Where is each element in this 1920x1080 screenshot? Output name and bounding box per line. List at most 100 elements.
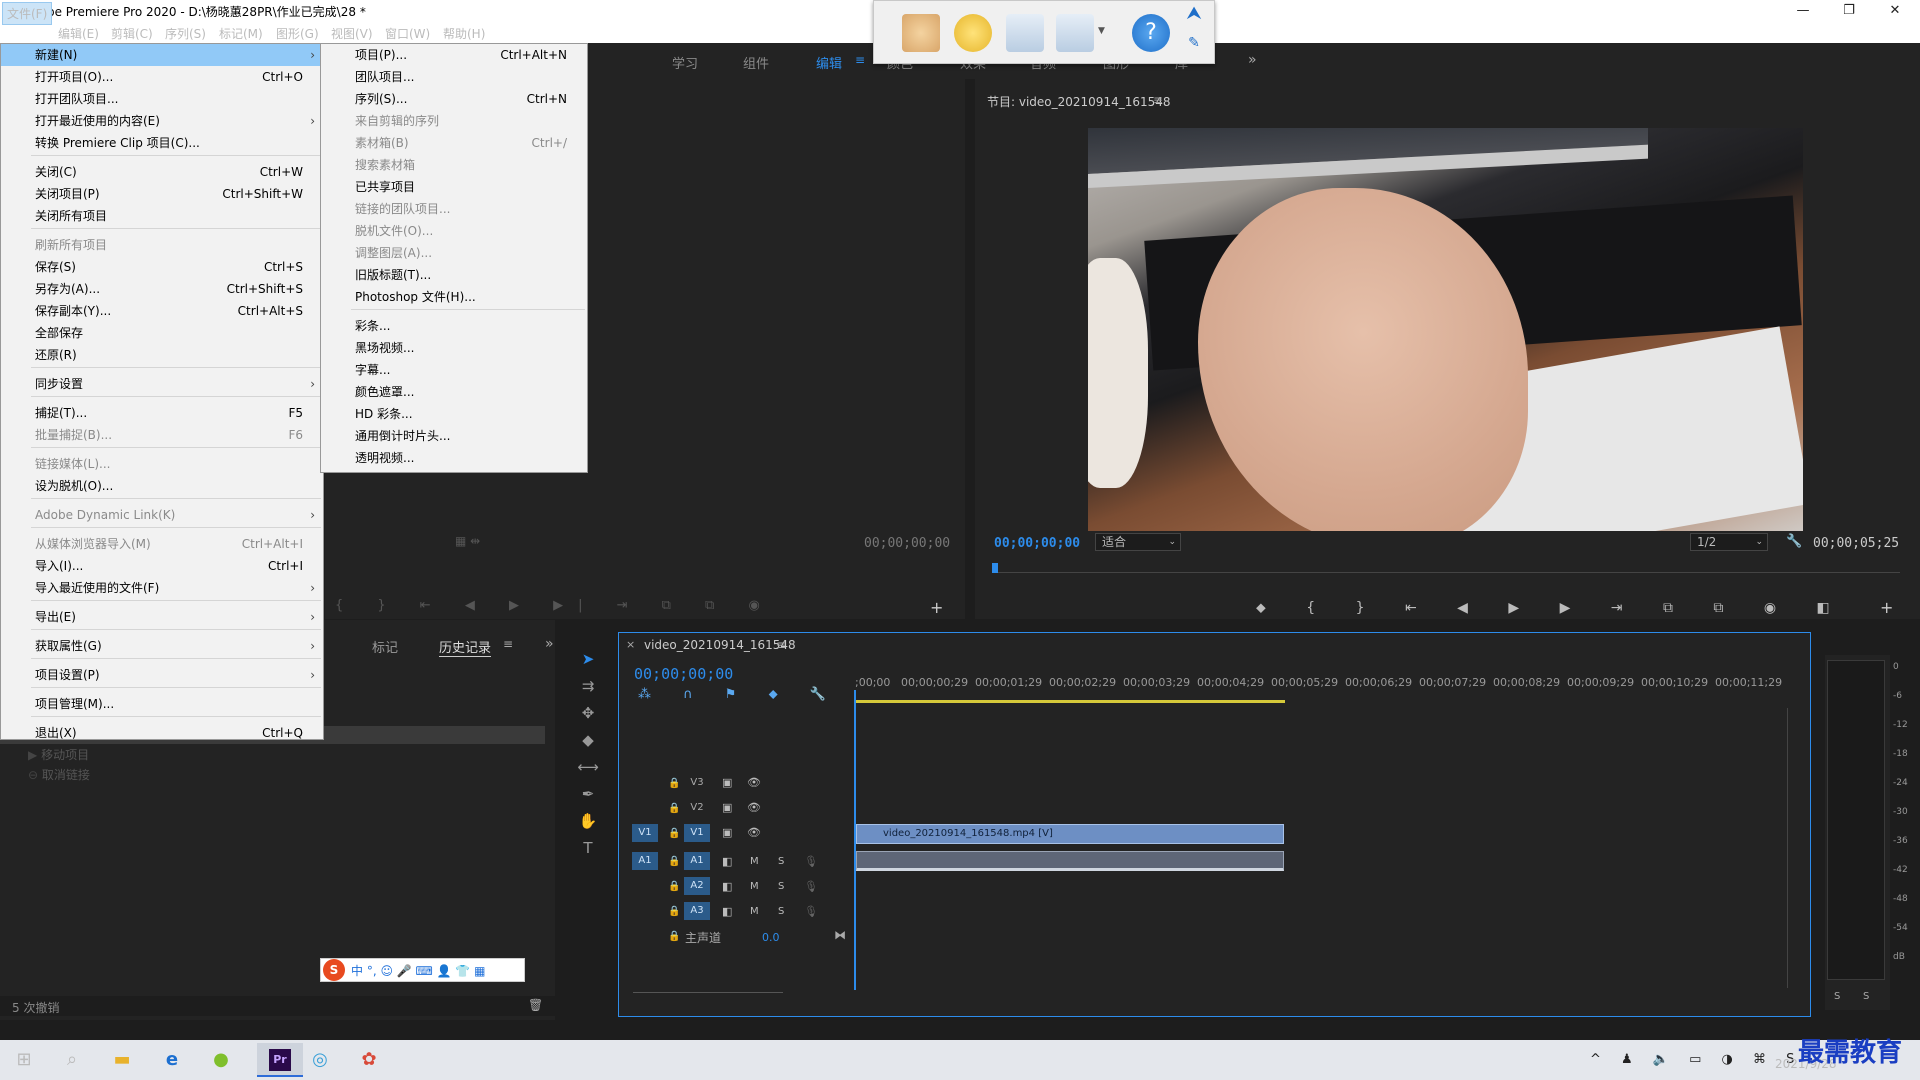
film-icon[interactable]: ▣ <box>722 776 732 789</box>
history-menu-icon[interactable]: ≡ <box>503 637 513 651</box>
track-label-v2[interactable]: V2 <box>684 799 710 817</box>
speaker-icon[interactable]: ◧ <box>722 905 732 918</box>
lock-icon[interactable]: 🔒 <box>668 906 680 917</box>
new-menu-item[interactable]: 黑场视频... <box>321 337 587 359</box>
menu-graphics[interactable]: 图形(G) <box>276 25 319 42</box>
file-menu-item[interactable]: 全部保存 <box>1 322 323 344</box>
lock-icon[interactable]: 🔒 <box>668 881 680 892</box>
track-label-v3[interactable]: V3 <box>684 774 710 792</box>
source-safe-margin-icon[interactable]: ▦ ⇹ <box>455 534 480 548</box>
speaker-icon[interactable]: ◧ <box>722 880 732 893</box>
wrench-icon[interactable]: 🔧 <box>1786 534 1802 549</box>
track-select-tool-icon[interactable]: ⇉ <box>574 677 602 701</box>
menu-file[interactable]: 文件(F) <box>2 2 53 25</box>
track-label-a1[interactable]: A1 <box>684 852 710 870</box>
history-item[interactable]: ▶ 移动项目 <box>28 746 89 763</box>
new-menu-item[interactable]: 旧版标题(T)... <box>321 264 587 286</box>
app-icon-red[interactable]: ✿ <box>355 1046 383 1074</box>
browser-icon[interactable]: ◎ <box>306 1046 334 1074</box>
mute-button[interactable]: M <box>750 856 759 867</box>
file-menu-item[interactable]: 转换 Premiere Clip 项目(C)... <box>1 132 323 154</box>
file-menu-item[interactable]: 退出(X) Ctrl+Q <box>1 722 323 744</box>
track-label-a2[interactable]: A2 <box>684 877 710 895</box>
lock-icon[interactable]: 🔒 <box>668 803 680 814</box>
workspace-menu-icon[interactable]: ≡ <box>855 53 865 67</box>
menu-marker[interactable]: 标记(M) <box>219 25 263 42</box>
speaker-icon[interactable]: ◧ <box>722 855 732 868</box>
new-menu-item[interactable]: 透明视频... <box>321 447 587 469</box>
lock-icon[interactable]: 🔒 <box>668 931 680 942</box>
pin-icon[interactable]: ✎ <box>1181 35 1207 61</box>
pen-tool-icon[interactable]: ✒ <box>574 785 602 809</box>
collapse-up-icon[interactable]: ⮝ <box>1181 3 1207 29</box>
file-menu-item[interactable]: 打开最近使用的内容(E) › <box>1 110 323 132</box>
maximize-button[interactable]: ❐ <box>1826 0 1872 21</box>
meter-solo-left[interactable]: S <box>1834 991 1840 1002</box>
trash-icon[interactable]: 🗑 <box>528 998 543 1012</box>
hand-tool-icon[interactable]: ✋ <box>574 812 602 836</box>
file-menu-item[interactable]: 关闭项目(P) Ctrl+Shift+W <box>1 183 323 205</box>
menu-window[interactable]: 窗口(W) <box>385 25 430 42</box>
panel-overflow-icon[interactable]: » <box>545 636 554 652</box>
file-menu-item[interactable]: 新建(N) › <box>1 44 323 66</box>
search-icon[interactable]: ⌕ <box>58 1046 86 1074</box>
system-tray-icons[interactable]: ^ ♟ 🔈 ▭ ◑ ⌘ S <box>1590 1052 1802 1067</box>
microphone-icon[interactable]: 🎙 <box>804 880 818 893</box>
menu-sequence[interactable]: 序列(S) <box>165 25 206 42</box>
file-menu-item[interactable]: 打开项目(O)... Ctrl+O <box>1 66 323 88</box>
file-menu-item[interactable]: 还原(R) <box>1 344 323 366</box>
file-menu-item[interactable]: 项目管理(M)... <box>1 693 323 715</box>
mute-button[interactable]: M <box>750 906 759 917</box>
workspace-overflow-icon[interactable]: » <box>1248 52 1257 68</box>
master-expand-icon[interactable]: ⧓ <box>834 928 846 942</box>
program-menu-icon[interactable]: ≡ <box>1153 93 1163 107</box>
file-menu-item[interactable]: 导入(I)... Ctrl+I <box>1 555 323 577</box>
master-volume-value[interactable]: 0.0 <box>762 931 780 944</box>
film-icon[interactable]: ▣ <box>722 801 732 814</box>
comment-bubble-icon[interactable] <box>954 14 992 52</box>
dropdown-arrow-icon[interactable]: ▼ <box>1098 26 1105 36</box>
timeline-tab[interactable]: video_20210914_161548 <box>644 638 796 652</box>
timeline-menu-icon[interactable]: ≡ <box>776 638 786 652</box>
ime-toolbar[interactable]: S 中 °, ☺ 🎤 ⌨ 👤 👕 ▦ <box>320 958 525 982</box>
tab-history[interactable]: 历史记录 <box>439 637 492 657</box>
timeline-toggles[interactable]: ⁂ ∩ ⚑ ⬥ 🔧 <box>638 687 840 702</box>
file-menu-item[interactable]: 关闭所有项目 <box>1 205 323 227</box>
sogou-logo-icon[interactable]: S <box>323 959 345 981</box>
help-icon[interactable]: ? <box>1132 14 1170 52</box>
document-export-icon[interactable] <box>1006 14 1044 52</box>
video-clip[interactable]: video_20210914_161548.mp4 [V] <box>856 824 1284 844</box>
history-item[interactable]: ⊖ 取消链接 <box>28 766 90 783</box>
source-patch-v1[interactable]: V1 <box>632 824 658 842</box>
track-label-a3[interactable]: A3 <box>684 902 710 920</box>
menu-help[interactable]: 帮助(H) <box>443 25 485 42</box>
new-menu-item[interactable]: 已共享项目 <box>321 176 587 198</box>
source-transport-controls[interactable]: { } ⇤ ◀ ▶ ▶| ⇥ ⧉ ⧉ ◉ <box>335 598 775 613</box>
new-menu-item[interactable]: 颜色遮罩... <box>321 381 587 403</box>
close-tab-icon[interactable]: × <box>626 638 635 651</box>
resolution-dropdown[interactable]: 1/2 ⌄ <box>1690 533 1768 551</box>
program-timecode[interactable]: 00;00;00;00 <box>994 536 1080 551</box>
razor-tool-icon[interactable]: ◆ <box>574 731 602 755</box>
timeline-timecode[interactable]: 00;00;00;00 <box>634 665 733 683</box>
workspace-assembly[interactable]: 组件 <box>743 53 769 72</box>
new-menu-item[interactable]: 团队项目... <box>321 66 587 88</box>
file-menu-item[interactable]: 关闭(C) Ctrl+W <box>1 161 323 183</box>
file-menu-item[interactable]: 导入最近使用的文件(F) › <box>1 577 323 599</box>
source-patch-a1[interactable]: A1 <box>632 852 658 870</box>
menu-clip[interactable]: 剪辑(C) <box>111 25 153 42</box>
program-scrubber[interactable] <box>992 560 1900 580</box>
new-menu-item[interactable]: HD 彩条... <box>321 403 587 425</box>
source-add-button-icon[interactable]: + <box>930 598 943 617</box>
program-transport-controls[interactable]: ⬥ { } ⇤ ◀ ▶ ▶ ⇥ ⧉ ⧉ ◉ ◧ <box>1256 600 1848 616</box>
file-menu-item[interactable]: 捕捉(T)... F5 <box>1 402 323 424</box>
work-area-bar[interactable] <box>855 700 1285 703</box>
workspace-editing[interactable]: 编辑 <box>816 53 842 72</box>
source-timecode[interactable]: 00;00;00;00 <box>864 536 950 551</box>
file-menu-item[interactable]: 导出(E) › <box>1 606 323 628</box>
windows-start-icon[interactable]: ⊞ <box>10 1046 38 1074</box>
program-playhead[interactable] <box>992 563 998 573</box>
microphone-icon[interactable]: 🎙 <box>804 855 818 868</box>
tab-markers[interactable]: 标记 <box>372 637 398 656</box>
workspace-learn[interactable]: 学习 <box>672 53 698 72</box>
